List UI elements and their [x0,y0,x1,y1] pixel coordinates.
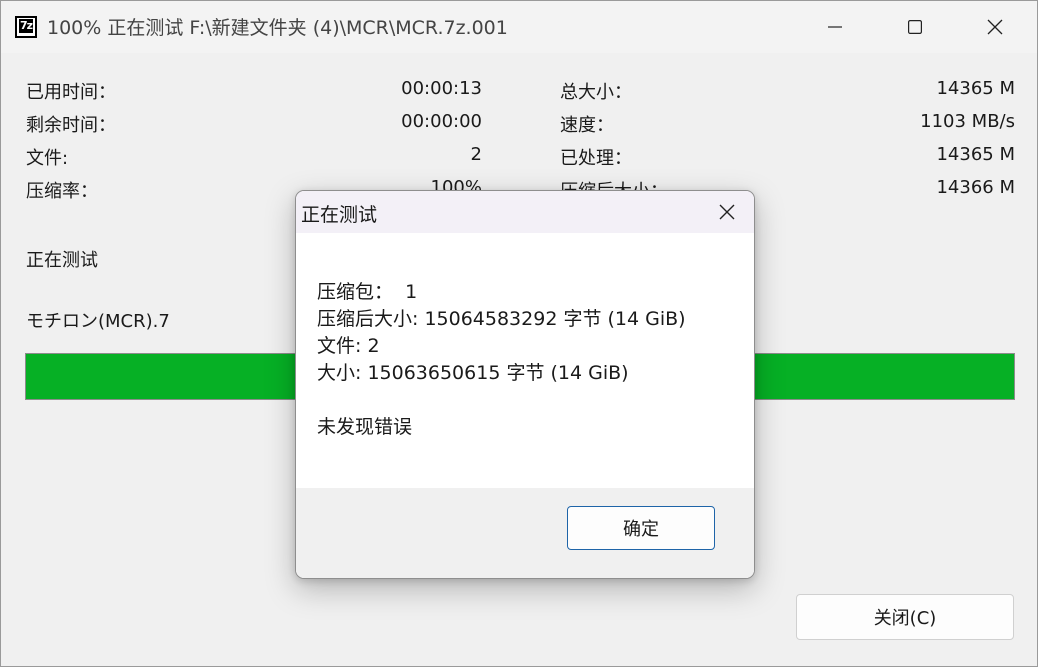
progress-window: 7z 100% 正在测试 F:\新建文件夹 (4)\MCR\MCR.7z.001… [0,0,1038,667]
test-result-dialog: 正在测试 压缩包： 1 压缩后大小: 15064583292 字节 (14 Gi… [295,190,755,579]
files-line: 文件: 2 [317,335,380,357]
dialog-title: 正在测试 [301,204,378,226]
remaining-time-label: 剩余时间： [26,115,116,136]
operation-status: 正在测试 [26,250,98,271]
speed-label: 速度： [560,115,614,136]
dialog-message: 压缩包： 1 压缩后大小: 15064583292 字节 (14 GiB) 文件… [317,279,686,441]
dialog-footer: 确定 [296,488,754,578]
minimize-icon [828,26,842,28]
close-button[interactable]: 关闭(C) [796,594,1014,640]
compression-ratio-label: 压缩率： [26,181,98,202]
elapsed-time-value: 00:00:13 [401,78,482,99]
dialog-close-button[interactable] [714,199,740,225]
title-bar[interactable]: 7z 100% 正在测试 F:\新建文件夹 (4)\MCR\MCR.7z.001 [1,1,1037,53]
elapsed-time-label: 已用时间： [26,82,116,103]
files-value: 2 [470,144,482,165]
processed-label: 已处理： [560,148,632,169]
window-title: 100% 正在测试 F:\新建文件夹 (4)\MCR\MCR.7z.001 [47,17,508,39]
remaining-time-value: 00:00:00 [401,111,482,132]
ok-button[interactable]: 确定 [567,506,715,550]
total-size-label: 总大小： [560,82,632,103]
size-line: 大小: 15063650615 字节 (14 GiB) [317,362,629,384]
maximize-button[interactable] [875,1,955,53]
result-message: 未发现错误 [317,416,413,438]
archives-count-line: 压缩包： 1 [317,281,418,303]
dialog-title-bar[interactable]: 正在测试 [296,191,754,233]
close-icon [719,204,735,220]
compressed-size-value: 14366 M [936,177,1015,198]
7zip-app-icon: 7z [15,16,37,38]
window-close-button[interactable] [955,1,1035,53]
minimize-button[interactable] [795,1,875,53]
files-label: 文件: [26,148,69,169]
total-size-value: 14365 M [936,78,1015,99]
maximize-icon [908,20,922,34]
current-file-name: モチロン(MCR).7 [26,311,170,332]
processed-value: 14365 M [936,144,1015,165]
speed-value: 1103 MB/s [920,111,1015,132]
close-icon [987,19,1003,35]
compressed-size-line: 压缩后大小: 15064583292 字节 (14 GiB) [317,308,686,330]
